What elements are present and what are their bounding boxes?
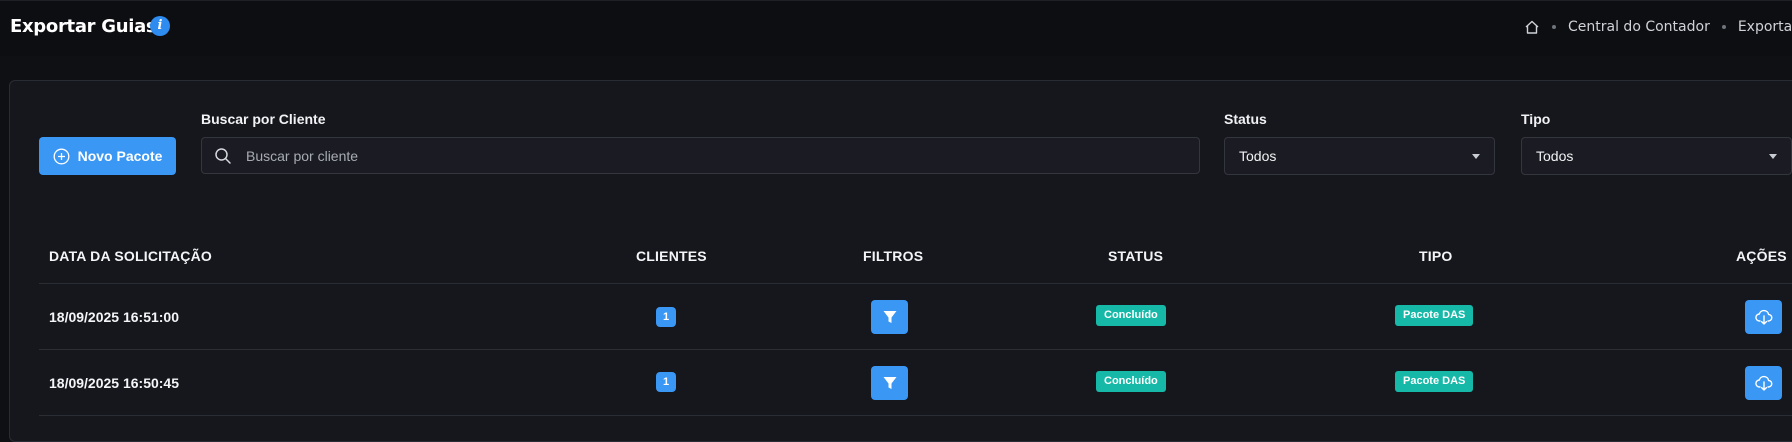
column-header-date[interactable]: DATA DA SOLICITAÇÃO (49, 248, 212, 264)
type-chip: Pacote DAS (1395, 305, 1474, 326)
caret-down-icon (1472, 153, 1480, 159)
table-divider (39, 415, 1792, 416)
table-divider (39, 283, 1792, 284)
filter-icon (883, 311, 896, 323)
breadcrumb: Central do Contador Exportar Guias (1524, 17, 1792, 37)
status-select[interactable]: Todos (1224, 137, 1495, 175)
info-icon[interactable]: i (150, 16, 170, 36)
filters-button[interactable] (871, 300, 908, 334)
plus-circle-icon (53, 148, 70, 165)
clients-count-badge[interactable]: 1 (656, 372, 676, 392)
page-title: Exportar Guias (10, 16, 157, 37)
column-header-type[interactable]: TIPO (1419, 248, 1452, 264)
search-input[interactable] (244, 146, 1148, 165)
new-package-label: Novo Pacote (77, 148, 163, 164)
caret-down-icon (1769, 153, 1777, 159)
search-label: Buscar por Cliente (201, 111, 326, 127)
column-header-actions: AÇÕES (1736, 248, 1787, 264)
status-label: Status (1224, 111, 1267, 127)
cloud-download-icon (1754, 309, 1772, 325)
download-button[interactable] (1745, 300, 1782, 334)
search-icon (214, 147, 232, 165)
breadcrumb-current: Exportar Guias (1737, 19, 1792, 35)
table-divider (39, 349, 1792, 350)
search-field[interactable] (201, 137, 1200, 174)
type-select-value: Todos (1536, 148, 1574, 164)
table-row-date: 18/09/2025 16:50:45 (49, 375, 179, 391)
type-select[interactable]: Todos (1521, 137, 1792, 175)
status-select-value: Todos (1239, 148, 1277, 164)
type-chip: Pacote DAS (1395, 371, 1474, 392)
status-chip: Concluído (1096, 305, 1166, 326)
table-row-date: 18/09/2025 16:51:00 (49, 309, 179, 325)
type-label: Tipo (1521, 111, 1551, 127)
filter-icon (883, 377, 896, 389)
home-icon[interactable] (1524, 19, 1540, 35)
column-header-filters: FILTROS (863, 248, 924, 264)
cloud-download-icon (1754, 375, 1772, 391)
download-button[interactable] (1745, 366, 1782, 400)
breadcrumb-separator (1721, 25, 1726, 29)
clients-count-badge[interactable]: 1 (656, 307, 676, 327)
column-header-status[interactable]: STATUS (1108, 248, 1163, 264)
status-chip: Concluído (1096, 371, 1166, 392)
filters-button[interactable] (871, 366, 908, 400)
column-header-clients[interactable]: CLIENTES (636, 248, 707, 264)
breadcrumb-separator (1552, 25, 1556, 29)
new-package-button[interactable]: Novo Pacote (39, 137, 176, 175)
breadcrumb-central-do-contador[interactable]: Central do Contador (1568, 19, 1710, 35)
